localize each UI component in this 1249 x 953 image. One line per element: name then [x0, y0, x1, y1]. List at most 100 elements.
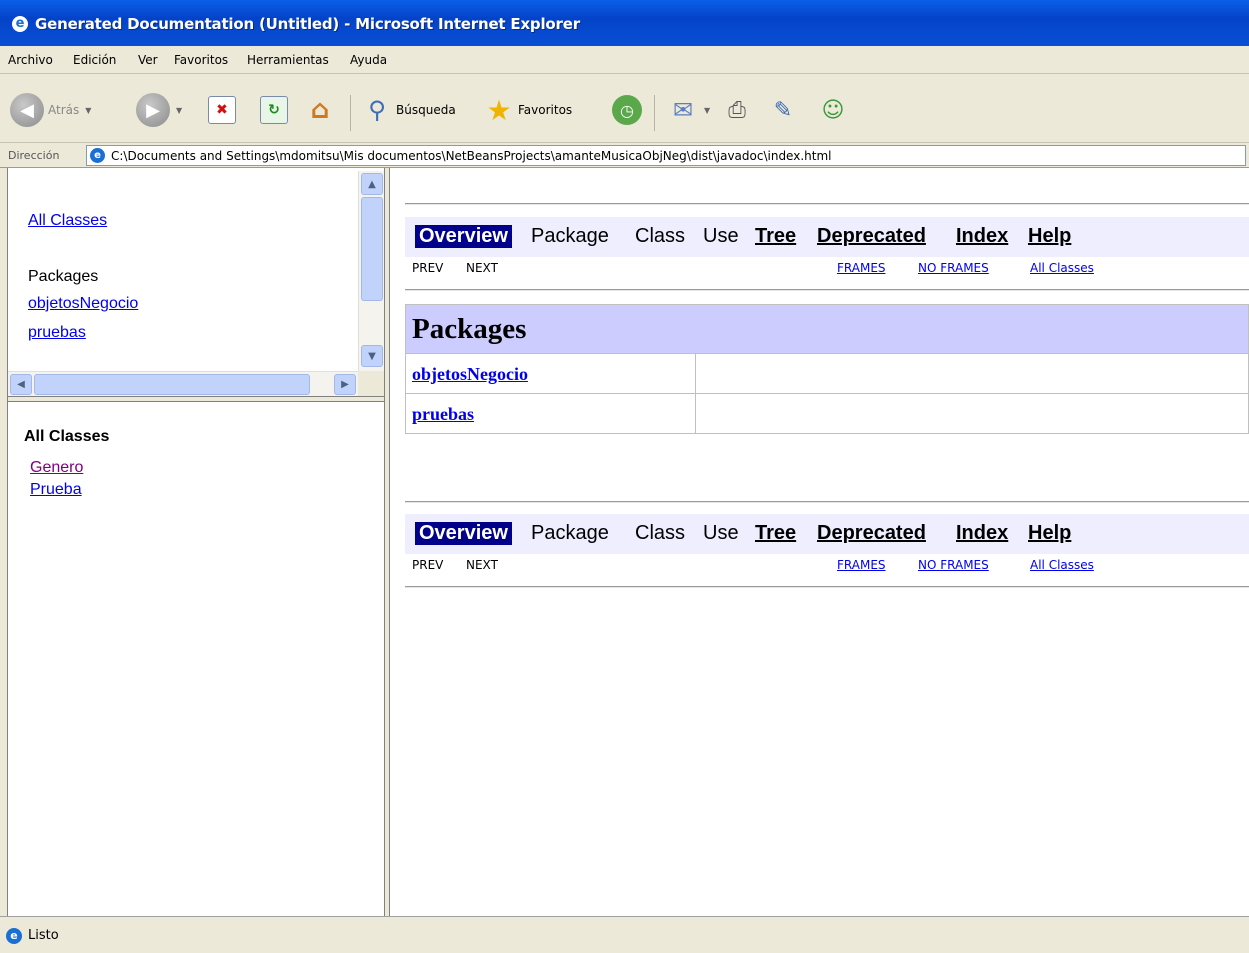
vertical-scrollbar[interactable]: ▲ ▼ — [358, 171, 384, 371]
nav-use: Use — [703, 225, 739, 247]
top-subnav: PREV NEXT FRAMES NO FRAMES All Classes — [405, 259, 1249, 279]
menu-favoritos[interactable]: Favoritos — [174, 53, 228, 67]
nav-class: Class — [635, 522, 686, 544]
frames-link[interactable]: FRAMES — [837, 558, 886, 572]
nav-overview: Overview — [415, 225, 512, 248]
mail-button[interactable]: ✉ ▼ — [668, 89, 710, 131]
bottom-subnav: PREV NEXT FRAMES NO FRAMES All Classes — [405, 556, 1249, 576]
menu-archivo[interactable]: Archivo — [8, 53, 53, 67]
nav-tree[interactable]: Tree — [755, 225, 796, 248]
next-label: NEXT — [466, 261, 498, 275]
prev-label: PREV — [412, 558, 444, 572]
history-icon: ◷ — [612, 95, 642, 125]
address-label: Dirección — [8, 149, 60, 162]
scroll-down-icon[interactable]: ▼ — [361, 345, 383, 367]
refresh-button[interactable]: ↻ — [260, 89, 288, 131]
divider — [405, 501, 1249, 503]
home-icon: ⌂ — [310, 95, 330, 125]
divider — [405, 289, 1249, 291]
chevron-down-icon[interactable]: ▼ — [85, 106, 91, 115]
prev-label: PREV — [412, 261, 444, 275]
no-frames-link[interactable]: NO FRAMES — [918, 558, 989, 572]
messenger-button[interactable]: ☺ — [818, 89, 848, 131]
packages-title: Packages — [412, 313, 527, 345]
page-icon: e — [90, 148, 105, 163]
table-row: objetosNegocio — [405, 354, 1249, 394]
print-button[interactable]: ⎙ — [722, 89, 752, 131]
nav-deprecated[interactable]: Deprecated — [817, 225, 926, 248]
all-classes-nav-link[interactable]: All Classes — [1030, 558, 1094, 572]
scroll-left-icon[interactable]: ◀ — [10, 374, 32, 395]
window-title: Generated Documentation (Untitled) - Mic… — [35, 15, 580, 33]
menu-herramientas[interactable]: Herramientas — [247, 53, 329, 67]
no-frames-link[interactable]: NO FRAMES — [918, 261, 989, 275]
package-link-pruebas[interactable]: pruebas — [412, 404, 474, 425]
all-classes-frame: All Classes Genero Prueba — [8, 402, 384, 916]
toolbar: ◀ Atrás ▼ ▶ ▼ ✖ ↻ ⌂ ⚲ Búsqueda ★ Favorit… — [0, 75, 1249, 143]
nav-overview: Overview — [415, 522, 512, 545]
history-button[interactable]: ◷ — [612, 89, 642, 131]
stop-button[interactable]: ✖ — [208, 89, 236, 131]
stop-icon: ✖ — [208, 96, 236, 124]
frame-border — [0, 168, 8, 916]
package-link-objetosnegocio[interactable]: objetosNegocio — [28, 295, 138, 313]
nav-index[interactable]: Index — [956, 522, 1008, 545]
table-cell: pruebas — [406, 394, 696, 433]
horizontal-scrollbar[interactable]: ◀ ▶ — [8, 371, 358, 396]
edit-icon: ✎ — [773, 97, 793, 123]
nav-class: Class — [635, 225, 686, 247]
nav-deprecated[interactable]: Deprecated — [817, 522, 926, 545]
menu-ayuda[interactable]: Ayuda — [350, 53, 387, 67]
all-classes-nav-link[interactable]: All Classes — [1030, 261, 1094, 275]
search-button[interactable]: ⚲ Búsqueda — [362, 89, 455, 131]
menu-bar: Archivo Edición Ver Favoritos Herramient… — [0, 46, 1249, 74]
scroll-thumb[interactable] — [34, 374, 310, 395]
table-row: pruebas — [405, 394, 1249, 434]
nav-help[interactable]: Help — [1028, 225, 1071, 248]
search-icon: ⚲ — [368, 96, 386, 124]
address-input[interactable]: e C:\Documents and Settings\mdomitsu\Mis… — [86, 145, 1246, 166]
title-bar: e Generated Documentation (Untitled) - M… — [0, 0, 1249, 46]
main-content-frame: Overview Package Class Use Tree Deprecat… — [390, 168, 1249, 916]
nav-index[interactable]: Index — [956, 225, 1008, 248]
packages-heading: Packages — [28, 268, 99, 285]
nav-use: Use — [703, 522, 739, 544]
scroll-right-icon[interactable]: ▶ — [334, 374, 356, 395]
class-link-genero[interactable]: Genero — [30, 459, 83, 477]
nav-tree[interactable]: Tree — [755, 522, 796, 545]
back-label: Atrás — [48, 103, 80, 117]
nav-help[interactable]: Help — [1028, 522, 1071, 545]
class-link-prueba[interactable]: Prueba — [30, 481, 82, 499]
toolbar-separator — [654, 95, 655, 131]
top-navbar: Overview Package Class Use Tree Deprecat… — [405, 217, 1249, 257]
star-icon: ★ — [486, 93, 512, 127]
scroll-up-icon[interactable]: ▲ — [361, 173, 383, 195]
package-link-objetosnegocio[interactable]: objetosNegocio — [412, 364, 528, 385]
status-bar: e Listo — [0, 916, 1249, 953]
frames-link[interactable]: FRAMES — [837, 261, 886, 275]
page-status-icon: e — [6, 928, 22, 944]
address-url[interactable]: C:\Documents and Settings\mdomitsu\Mis d… — [111, 149, 831, 163]
favorites-button[interactable]: ★ Favoritos — [484, 89, 572, 131]
address-bar: Dirección e C:\Documents and Settings\md… — [0, 143, 1249, 168]
menu-ver[interactable]: Ver — [138, 53, 158, 67]
favorites-label: Favoritos — [518, 103, 573, 117]
divider — [405, 586, 1249, 588]
all-classes-link[interactable]: All Classes — [28, 212, 107, 230]
forward-button[interactable]: ▶ ▼ — [136, 89, 182, 131]
chevron-down-icon[interactable]: ▼ — [176, 106, 182, 115]
nav-package: Package — [531, 522, 609, 544]
menu-edicion[interactable]: Edición — [73, 53, 116, 67]
package-link-pruebas[interactable]: pruebas — [28, 324, 86, 342]
mail-icon: ✉ — [672, 96, 694, 124]
all-classes-heading: All Classes — [24, 428, 110, 445]
nav-package: Package — [531, 225, 609, 247]
forward-arrow-icon: ▶ — [136, 93, 170, 127]
package-list-frame: All Classes Packages objetosNegocio prue… — [8, 171, 384, 396]
back-button[interactable]: ◀ Atrás ▼ — [10, 89, 91, 131]
back-arrow-icon: ◀ — [10, 93, 44, 127]
scroll-thumb[interactable] — [361, 197, 383, 301]
chevron-down-icon[interactable]: ▼ — [704, 106, 710, 115]
edit-button[interactable]: ✎ — [768, 89, 798, 131]
home-button[interactable]: ⌂ — [306, 89, 334, 131]
